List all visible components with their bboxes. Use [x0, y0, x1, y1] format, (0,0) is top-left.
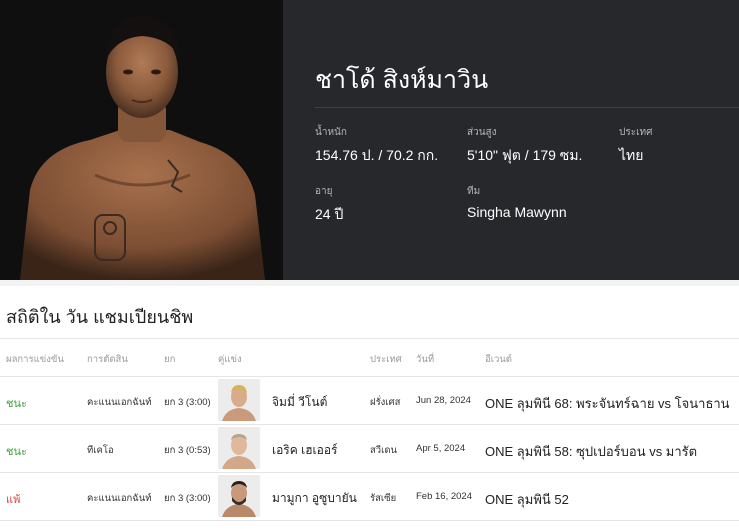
round-cell: ยก 3 (3:00) — [164, 493, 211, 504]
country-cell: ฝรั่งเศส — [370, 397, 401, 408]
opponent-name[interactable]: จิมมี่ วีโนต์ — [272, 393, 327, 412]
header-result: ผลการแข่งขัน — [6, 354, 64, 365]
header-country: ประเทศ — [370, 354, 402, 365]
opponent-avatar[interactable] — [218, 427, 260, 469]
date-cell: Apr 5, 2024 — [416, 443, 466, 454]
event-link[interactable]: ONE ลุมพินี 58: ซุปเปอร์บอน vs มารัต — [485, 441, 697, 462]
row-divider — [0, 520, 739, 521]
event-link[interactable]: ONE ลุมพินี 52 — [485, 489, 569, 510]
row-divider — [0, 472, 739, 473]
header-round: ยก — [164, 354, 176, 365]
fighter-name: ชาโด้ สิงห์มาวิน — [315, 66, 489, 94]
header-date: วันที่ — [416, 354, 435, 365]
row-divider — [0, 424, 739, 425]
opponent-avatar[interactable] — [218, 475, 260, 517]
result-cell: ชนะ — [6, 398, 27, 410]
result-cell: แพ้ — [6, 494, 21, 506]
event-link[interactable]: ONE ลุมพินี 68: พระจันทร์ฉาย vs โจนาธาน — [485, 393, 730, 414]
opponent-photo-icon — [218, 427, 260, 469]
round-cell: ยก 3 (3:00) — [164, 397, 211, 408]
fighter-info-panel: ชาโด้ สิงห์มาวิน น้ำหนัก 154.76 ป. / 70.… — [283, 0, 739, 280]
fighter-portrait-image — [0, 0, 283, 280]
team-value[interactable]: Singha Mawynn — [467, 204, 567, 220]
height-value: 5'10" ฟุต / 179 ซม. — [467, 147, 583, 163]
team-label: ทีม — [467, 186, 481, 197]
opponent-avatar[interactable] — [218, 379, 260, 421]
record-title: สถิติใน วัน แชมเปียนชิพ — [6, 307, 194, 327]
divider — [315, 107, 739, 108]
opponent-name[interactable]: เอริค เฮเออร์ — [272, 441, 338, 460]
country-cell: รัสเซีย — [370, 493, 397, 504]
method-cell: คะแนนเอกฉันท์ — [87, 397, 152, 408]
header-bottom-border — [0, 376, 739, 377]
age-label: อายุ — [315, 186, 333, 197]
header-event: อีเวนต์ — [485, 354, 512, 365]
date-cell: Feb 16, 2024 — [416, 491, 472, 502]
round-cell: ยก 3 (0:53) — [164, 445, 211, 456]
fighter-photo — [0, 0, 283, 280]
method-cell: คะแนนเอกฉันท์ — [87, 493, 152, 504]
section-separator — [0, 280, 739, 286]
opponent-photo-icon — [218, 379, 260, 421]
weight-value: 154.76 ป. / 70.2 กก. — [315, 147, 439, 163]
weight-label: น้ำหนัก — [315, 127, 347, 138]
opponent-name[interactable]: มามูกา อูซูบายัน — [272, 489, 357, 508]
height-label: ส่วนสูง — [467, 127, 497, 138]
result-cell: ชนะ — [6, 446, 27, 458]
age-value: 24 ปี — [315, 206, 344, 222]
country-label: ประเทศ — [619, 127, 653, 138]
country-value: ไทย — [619, 147, 644, 163]
header-opponent: คู่แข่ง — [218, 354, 242, 365]
header-method: การตัดสิน — [87, 354, 128, 365]
method-cell: ทีเคโอ — [87, 445, 114, 456]
opponent-photo-icon — [218, 475, 260, 517]
country-cell: สวีเดน — [370, 445, 398, 456]
date-cell: Jun 28, 2024 — [416, 395, 471, 406]
table-top-border — [0, 338, 739, 339]
fighter-hero: ชาโด้ สิงห์มาวิน น้ำหนัก 154.76 ป. / 70.… — [0, 0, 739, 280]
